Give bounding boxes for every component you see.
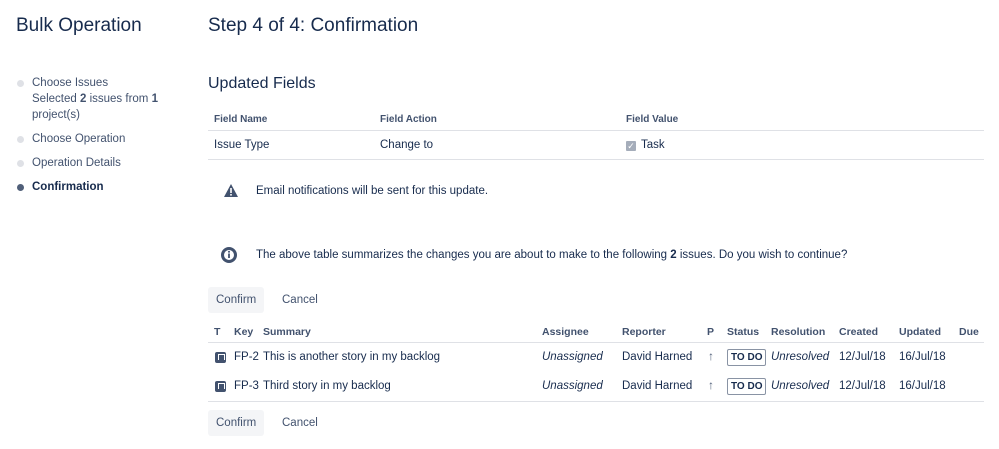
issue-summary-link[interactable]: Third story in my backlog [263, 380, 391, 392]
col-status[interactable]: Status [727, 326, 759, 338]
step-operation-details[interactable]: Operation Details [17, 155, 197, 171]
info-icon [221, 247, 237, 263]
col-field-value: Field Value [626, 114, 679, 125]
step-dot-icon [17, 160, 24, 167]
story-icon [215, 352, 226, 363]
field-action-cell: Change to [380, 139, 434, 151]
status-lozenge: TO DO [727, 378, 767, 395]
warning-icon [224, 184, 238, 197]
story-icon [215, 381, 226, 392]
step-dot-icon [17, 80, 24, 87]
step-detail: Selected 2 issues from 1 project(s) [32, 93, 158, 121]
notification-text: Email notifications will be sent for thi… [256, 185, 489, 197]
reporter-cell: David Harned [622, 351, 693, 363]
wizard-steps: Choose Issues Selected 2 issues from 1 p… [17, 75, 197, 195]
issue-key-link[interactable]: FP-2 [234, 351, 259, 363]
sidebar-title: Bulk Operation [16, 15, 142, 36]
issue-summary-link[interactable]: This is another story in my backlog [263, 351, 440, 363]
col-field-action: Field Action [380, 114, 437, 125]
step-confirmation: Confirmation [17, 179, 197, 195]
updated-fields-heading: Updated Fields [208, 75, 316, 92]
col-reporter[interactable]: Reporter [622, 326, 666, 338]
resolution-cell: Unresolved [771, 380, 830, 392]
issue-key-link[interactable]: FP-3 [234, 380, 259, 392]
step-dot-icon [17, 136, 24, 143]
updated-cell: 16/Jul/18 [899, 351, 946, 363]
created-cell: 12/Jul/18 [839, 380, 886, 392]
field-value-cell: ✓ Task [626, 139, 665, 151]
task-type-icon: ✓ [626, 141, 636, 151]
cancel-button[interactable]: Cancel [274, 410, 326, 436]
col-created[interactable]: Created [839, 326, 878, 338]
confirm-button[interactable]: Confirm [208, 287, 265, 313]
col-key[interactable]: Key [234, 326, 253, 338]
col-type: T [214, 326, 221, 338]
step-choose-operation[interactable]: Choose Operation [17, 131, 197, 147]
col-summary[interactable]: Summary [263, 326, 311, 338]
confirm-button[interactable]: Confirm [208, 410, 265, 436]
step-label: Operation Details [32, 157, 121, 169]
status-lozenge: TO DO [727, 349, 767, 366]
field-name-cell: Issue Type [214, 139, 270, 151]
page-title: Step 4 of 4: Confirmation [208, 15, 419, 36]
arrow-up-icon: ↑ [708, 349, 714, 363]
updated-cell: 16/Jul/18 [899, 380, 946, 392]
col-assignee[interactable]: Assignee [542, 326, 589, 338]
col-updated[interactable]: Updated [899, 326, 941, 338]
divider [208, 130, 984, 131]
step-dot-icon [17, 184, 24, 191]
col-field-name: Field Name [214, 114, 268, 125]
assignee-cell: Unassigned [542, 351, 603, 363]
col-due[interactable]: Due [959, 326, 979, 338]
arrow-up-icon: ↑ [708, 378, 714, 392]
step-choose-issues[interactable]: Choose Issues Selected 2 issues from 1 p… [17, 75, 197, 123]
col-resolution[interactable]: Resolution [771, 326, 825, 338]
step-label: Confirmation [32, 181, 104, 193]
col-priority[interactable]: P [707, 326, 714, 338]
divider [208, 159, 984, 160]
summary-text: The above table summarizes the changes y… [256, 249, 848, 261]
divider [208, 401, 984, 402]
cancel-button[interactable]: Cancel [274, 287, 326, 313]
step-label: Choose Issues [32, 77, 109, 89]
resolution-cell: Unresolved [771, 351, 830, 363]
divider [208, 342, 984, 343]
reporter-cell: David Harned [622, 380, 693, 392]
step-label: Choose Operation [32, 133, 126, 145]
assignee-cell: Unassigned [542, 380, 603, 392]
created-cell: 12/Jul/18 [839, 351, 886, 363]
